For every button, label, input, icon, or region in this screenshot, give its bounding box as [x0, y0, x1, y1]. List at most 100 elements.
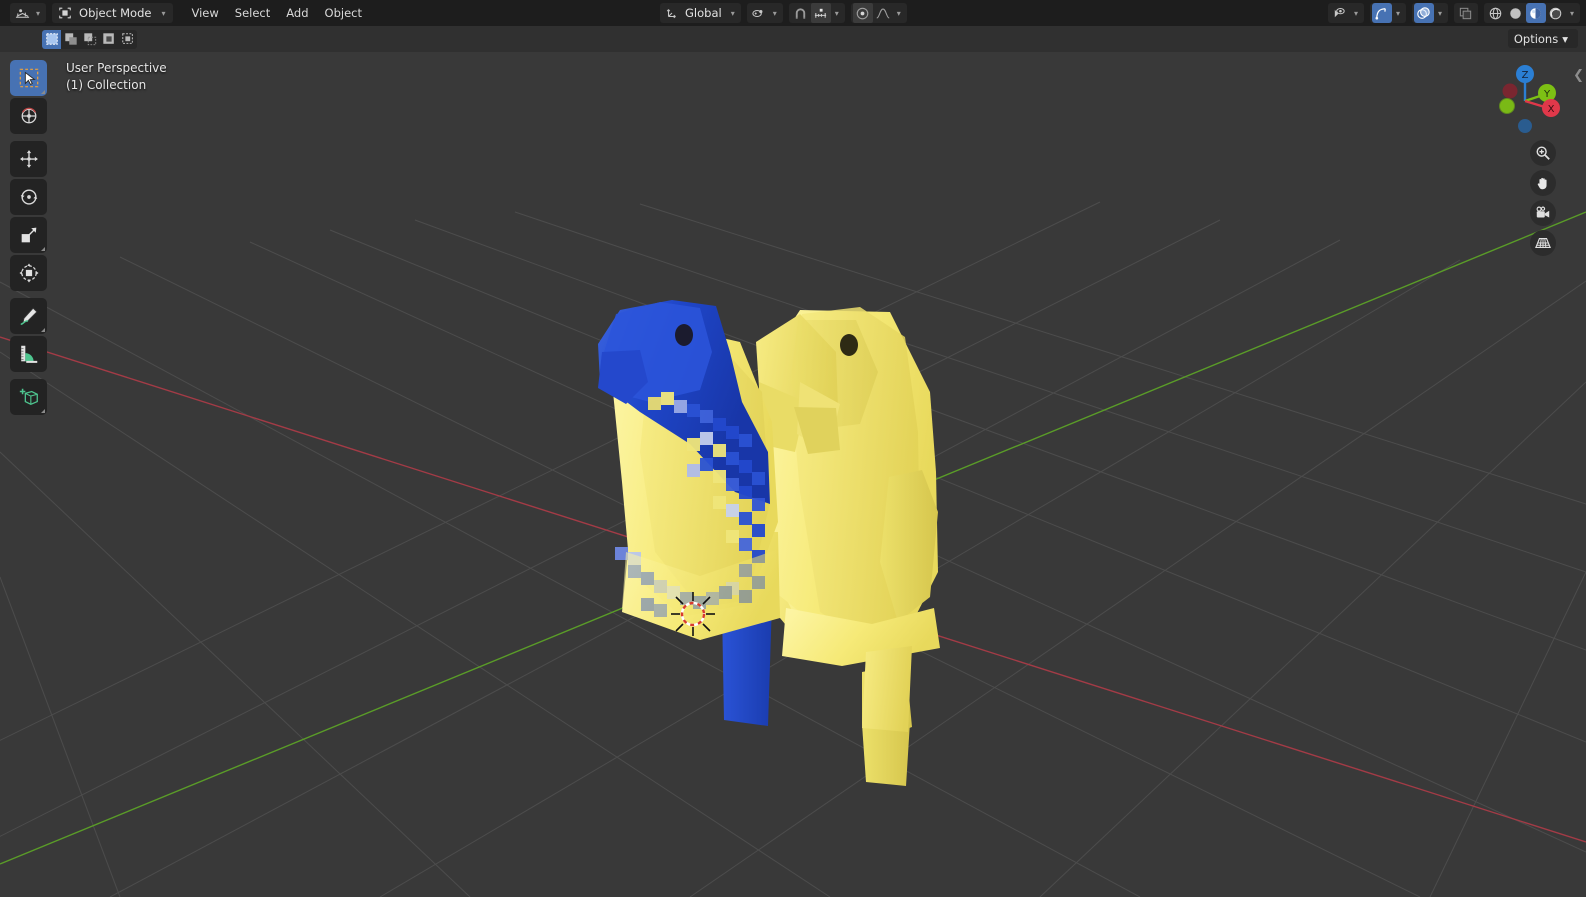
select-mode-subtract[interactable] [80, 30, 99, 49]
parrot-yellow-eye [840, 334, 858, 356]
snap-chevron-down-icon[interactable]: ▾ [835, 9, 839, 18]
move-icon [19, 150, 38, 168]
tool-expand-corner [41, 328, 45, 332]
blender-window: ▾ Object Mode ▾ View Select Add Object G… [0, 0, 1586, 897]
xray-toggle[interactable] [1453, 3, 1478, 23]
select-box-icon [19, 68, 38, 88]
svg-text:Y: Y [1543, 89, 1551, 100]
menu-select[interactable]: Select [227, 3, 278, 23]
magnet-icon[interactable] [791, 3, 811, 23]
gizmo-neg-z-ball [1518, 119, 1532, 133]
mode-label: Object Mode [79, 6, 152, 20]
parrot-yellow-object [756, 307, 940, 786]
shading-solid-icon[interactable] [1506, 3, 1526, 23]
tool-settings-row: Options ▾ [0, 26, 1586, 52]
transform-tools-group: Global ▾ ▾ ▾ ▾ [660, 3, 907, 23]
tool-annotate[interactable] [10, 298, 47, 334]
select-mode-set-new[interactable] [42, 29, 61, 49]
measure-icon [20, 345, 37, 363]
tool-measure[interactable] [10, 336, 47, 372]
toolbar-left [10, 60, 47, 417]
tool-cursor[interactable] [10, 98, 47, 134]
rotate-icon [20, 189, 37, 205]
svg-text:Z: Z [1522, 70, 1529, 81]
gizmo-neg-y-ball [1499, 98, 1515, 114]
tool-rotate[interactable] [10, 179, 47, 215]
hand-pan-icon [1537, 177, 1547, 190]
proportional-edit-icon[interactable] [852, 3, 873, 23]
pivot-point-selector[interactable]: ▾ [746, 3, 783, 23]
proportional-chevron-down-icon[interactable]: ▾ [897, 9, 901, 18]
viewport-scene [0, 201, 1586, 897]
tool-expand-corner [41, 247, 45, 251]
orientation-axes-icon [662, 3, 682, 23]
gizmo-group: ▾ [1369, 3, 1406, 23]
parrot-blue-yellow-object [598, 300, 780, 726]
overlays-icon[interactable] [1413, 3, 1434, 23]
select-mode-extend[interactable] [61, 30, 80, 49]
tool-expand-corner [41, 90, 45, 94]
topbar: ▾ Object Mode ▾ View Select Add Object G… [0, 0, 1586, 26]
tool-add-cube[interactable] [10, 379, 47, 415]
tool-transform[interactable] [10, 255, 47, 291]
falloff-smooth-icon[interactable] [873, 3, 893, 23]
editor-type-3dview-icon [12, 3, 32, 23]
overlays-group: ▾ [1411, 3, 1448, 23]
shading-wireframe-icon[interactable] [1486, 3, 1506, 23]
options-button[interactable]: Options ▾ [1507, 29, 1578, 48]
shading-material-icon[interactable] [1525, 3, 1546, 23]
gizmo-neg-x-ball [1502, 83, 1518, 99]
parrot-blue-eye [675, 324, 693, 346]
tool-expand-corner [41, 409, 45, 413]
select-mode-group [42, 29, 137, 49]
shading-rendered-icon[interactable] [1546, 3, 1566, 23]
mode-selector[interactable]: Object Mode ▾ [52, 3, 174, 23]
select-mode-invert[interactable] [99, 30, 118, 49]
options-label: Options [1513, 31, 1559, 46]
tool-move[interactable] [10, 141, 47, 177]
menu-bar: View Select Add Object [183, 3, 370, 23]
nav-ortho-toggle-button[interactable] [1530, 230, 1556, 256]
transform-orientation-selector[interactable]: Global ▾ [660, 3, 741, 23]
annotate-icon [20, 307, 37, 325]
menu-view[interactable]: View [183, 3, 226, 23]
object-mode-icon [55, 3, 75, 23]
overlays-chevron-down-icon[interactable]: ▾ [1438, 9, 1442, 18]
snapping-group: ▾ [788, 3, 845, 23]
nav-zoom-button[interactable] [1530, 140, 1556, 166]
transform-icon [18, 263, 39, 283]
orientation-label: Global [685, 6, 722, 20]
add-cube-icon [19, 388, 38, 406]
scale-icon [21, 227, 36, 243]
pivot-chevron-down-icon: ▾ [772, 8, 777, 18]
snap-increment-icon[interactable] [810, 3, 831, 23]
grid-ortho-icon [1535, 237, 1551, 249]
visibility-chevron-down-icon: ▾ [1353, 8, 1358, 18]
orientation-chevron-down-icon: ▾ [730, 8, 735, 18]
tool-scale[interactable] [10, 217, 47, 253]
cursor-3d-icon [21, 107, 36, 124]
menu-add[interactable]: Add [278, 3, 316, 23]
pivot-point-icon [749, 3, 769, 23]
menu-object[interactable]: Object [317, 3, 370, 23]
editor-type-selector[interactable]: ▾ [10, 3, 47, 23]
select-mode-intersect[interactable] [118, 30, 137, 49]
editor-type-chevron-down-icon: ▾ [36, 8, 41, 18]
gizmo-chevron-down-icon[interactable]: ▾ [1396, 9, 1400, 18]
tool-select-box[interactable] [10, 60, 47, 96]
object-types-visibility-icon [1330, 3, 1350, 23]
svg-text:X: X [1548, 104, 1555, 115]
object-types-visibility-button[interactable]: ▾ [1327, 3, 1364, 23]
navigation-gizmo[interactable]: Z Y X [1482, 58, 1568, 144]
viewport-display-group: ▾ ▾ ▾ ▾ [1327, 3, 1580, 23]
nav-camera-button[interactable] [1530, 200, 1556, 226]
sidebar-toggle-chevron-left-icon[interactable]: ❮ [1573, 68, 1584, 83]
viewport-nav-buttons [1530, 140, 1556, 260]
gizmo-icon[interactable] [1371, 3, 1392, 23]
viewport-3d[interactable]: User Perspective (1) Collection Z Y X ❮ [0, 52, 1586, 897]
options-chevron-down-icon: ▾ [1562, 31, 1568, 46]
mode-chevron-down-icon: ▾ [161, 8, 166, 18]
nav-pan-button[interactable] [1530, 170, 1556, 196]
shading-mode-group: ▾ [1483, 3, 1580, 23]
shading-chevron-down-icon[interactable]: ▾ [1570, 9, 1574, 18]
